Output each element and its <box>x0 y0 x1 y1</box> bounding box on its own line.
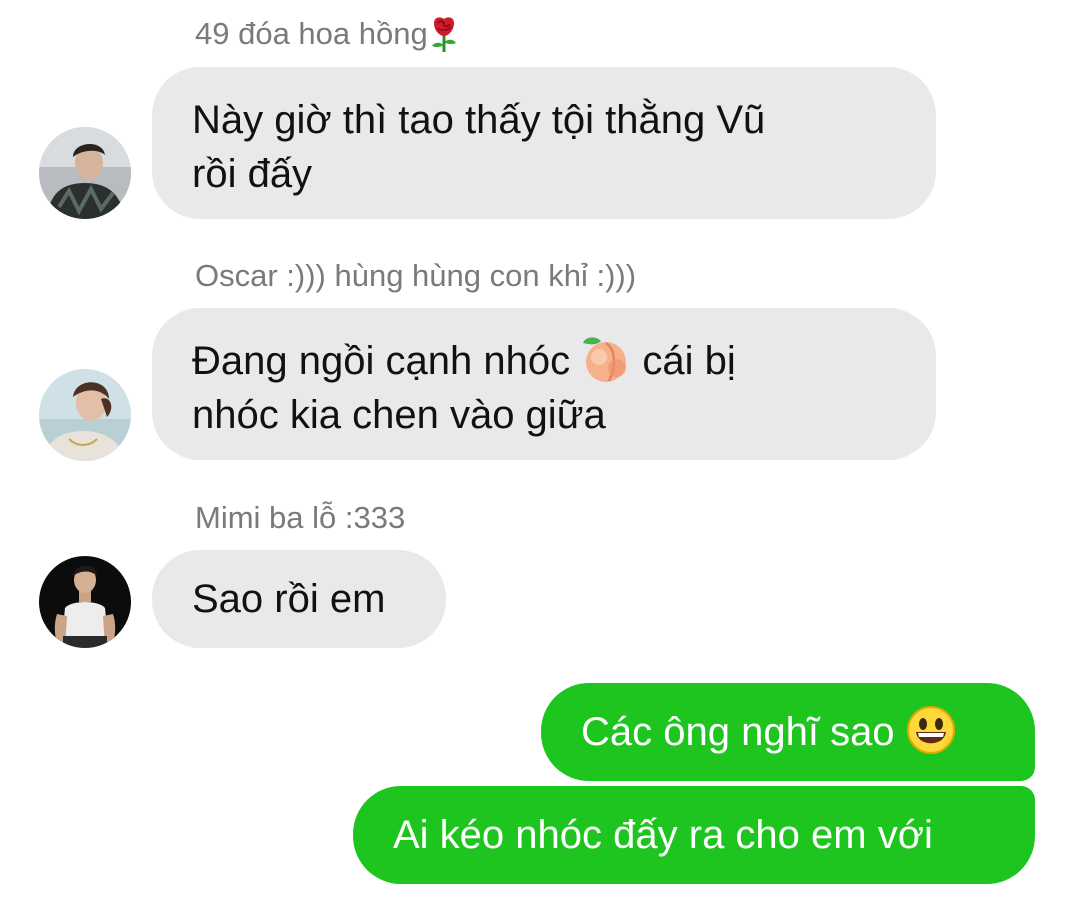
message-text: Ai kéo nhóc đấy ra cho em với <box>393 813 933 857</box>
incoming-message-bubble[interactable]: Sao rồi em <box>152 550 446 648</box>
outgoing-message-bubble[interactable]: Các ông nghĩ sao <box>541 683 1035 781</box>
chat-thread: 49 đóa hoa hồng Này giờ thì tao thấy tội… <box>0 0 1079 901</box>
message-text: Các ông nghĩ sao <box>581 710 895 754</box>
message-text-line: Đang ngồi cạnh nhóc cái bị <box>192 334 896 388</box>
peach-icon <box>581 335 631 383</box>
avatar[interactable] <box>39 127 131 219</box>
message-text-line: Này giờ thì tao thấy tội thằng Vũ <box>192 98 766 142</box>
grinning-face-icon <box>906 705 956 755</box>
message-text-line: rồi đấy <box>192 152 313 196</box>
message-text-line: nhóc kia chen vào giữa <box>192 393 606 437</box>
avatar[interactable] <box>39 369 131 461</box>
message-text-part: Đang ngồi cạnh nhóc <box>192 339 571 383</box>
sender-name-text: 49 đóa hoa hồng <box>195 16 428 51</box>
rose-icon <box>428 15 460 53</box>
sender-name: Mimi ba lỗ :333 <box>195 500 406 535</box>
incoming-message-bubble[interactable]: Đang ngồi cạnh nhóc cái bị nhóc kia chen… <box>152 308 936 460</box>
message-text: Sao rồi em <box>192 577 386 621</box>
sender-name: Oscar :))) hùng hùng con khỉ :))) <box>195 258 637 293</box>
sender-name: 49 đóa hoa hồng <box>195 16 460 55</box>
incoming-message-bubble[interactable]: Này giờ thì tao thấy tội thằng Vũ rồi đấ… <box>152 67 936 219</box>
message-text-part: cái bị <box>642 339 736 383</box>
avatar[interactable] <box>39 556 131 648</box>
outgoing-message-bubble[interactable]: Ai kéo nhóc đấy ra cho em với <box>353 786 1035 884</box>
